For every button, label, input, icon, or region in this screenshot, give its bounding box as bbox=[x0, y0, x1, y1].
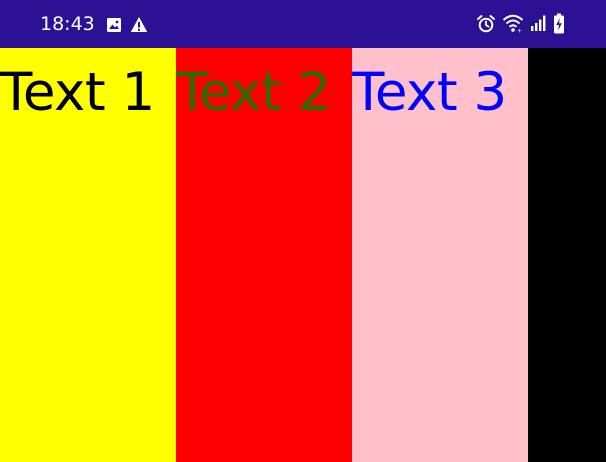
image-icon bbox=[107, 18, 121, 32]
status-bar: 18:43 + bbox=[0, 0, 606, 48]
column-3: Text 3 bbox=[352, 48, 528, 462]
color-columns: Text 1 Text 2 Text 3 bbox=[0, 48, 606, 462]
column-2-text: Text 2 bbox=[176, 62, 331, 123]
column-3-text: Text 3 bbox=[352, 62, 507, 123]
column-1: Text 1 bbox=[0, 48, 176, 462]
column-2: Text 2 bbox=[176, 48, 352, 462]
app-screen: 18:43 + Text 1 Text 2 Text 3 bbox=[0, 0, 606, 462]
signal-icon bbox=[531, 15, 546, 31]
status-time: 18:43 bbox=[40, 13, 95, 35]
column-1-text: Text 1 bbox=[0, 62, 155, 123]
wifi-icon: + bbox=[502, 14, 524, 34]
column-4 bbox=[528, 48, 606, 462]
svg-text:+: + bbox=[517, 28, 522, 34]
warning-icon bbox=[130, 17, 148, 32]
alarm-icon bbox=[477, 15, 495, 33]
battery-charging-icon bbox=[554, 13, 564, 34]
